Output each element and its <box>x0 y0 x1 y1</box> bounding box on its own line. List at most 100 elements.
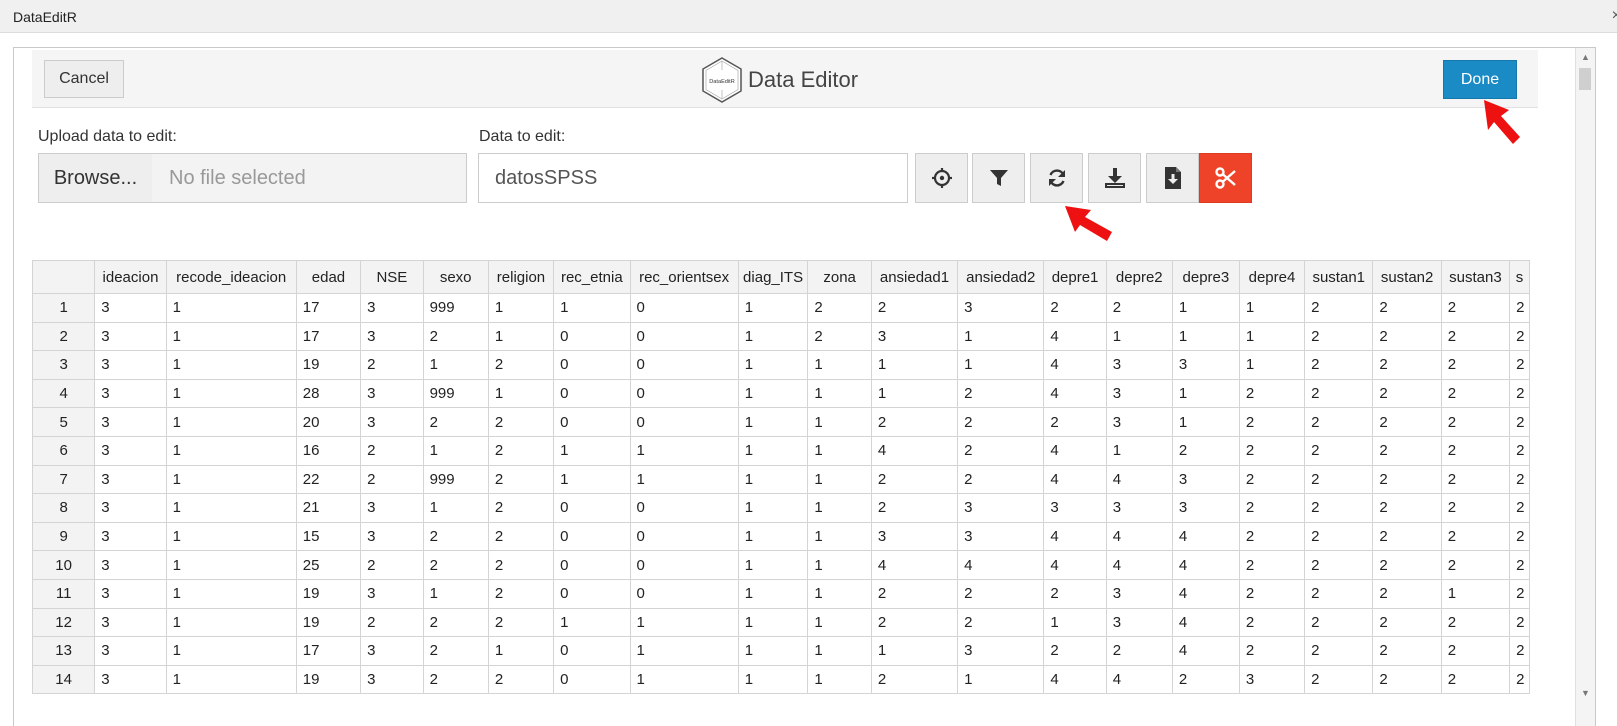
table-cell[interactable]: 1 <box>165 578 297 609</box>
table-cell[interactable]: 3 <box>1043 493 1107 523</box>
row-number[interactable]: 3 <box>32 350 96 380</box>
table-cell[interactable]: 2 <box>1440 464 1511 495</box>
table-cell[interactable]: 1 <box>737 407 809 437</box>
table-cell[interactable]: 2 <box>1238 636 1306 666</box>
row-number[interactable]: 13 <box>32 636 96 666</box>
cancel-button[interactable]: Cancel <box>44 60 124 98</box>
table-cell[interactable]: 3 <box>1171 350 1240 380</box>
scrollbar-thumb[interactable] <box>1579 68 1591 90</box>
table-cell[interactable]: 2 <box>1304 378 1374 409</box>
table-cell[interactable]: 2 <box>1509 378 1530 409</box>
table-cell[interactable]: 1 <box>1171 407 1240 437</box>
table-cell[interactable]: 2 <box>870 407 959 437</box>
column-header[interactable]: religion <box>487 260 555 294</box>
table-cell[interactable]: 2 <box>1372 636 1442 666</box>
table-cell[interactable]: 2 <box>1509 664 1530 695</box>
table-cell[interactable]: 1 <box>422 493 489 523</box>
table-cell[interactable]: 1 <box>487 378 555 409</box>
table-cell[interactable]: 2 <box>1509 521 1530 552</box>
table-cell[interactable]: 2 <box>360 550 424 580</box>
table-cell[interactable]: 28 <box>295 378 362 409</box>
table-cell[interactable]: 21 <box>295 493 362 523</box>
table-cell[interactable]: 1 <box>957 350 1045 380</box>
table-cell[interactable]: 2 <box>487 350 555 380</box>
table-cell[interactable]: 2 <box>870 578 959 609</box>
table-cell[interactable]: 4 <box>957 550 1045 580</box>
table-cell[interactable]: 0 <box>553 578 631 609</box>
table-cell[interactable]: 19 <box>295 350 362 380</box>
table-cell[interactable]: 3 <box>94 378 167 409</box>
table-cell[interactable]: 4 <box>1043 350 1107 380</box>
row-number[interactable]: 11 <box>32 578 96 609</box>
table-cell[interactable]: 1 <box>1171 321 1240 352</box>
table-cell[interactable]: 17 <box>295 321 362 352</box>
table-cell[interactable]: 1 <box>807 378 872 409</box>
table-cell[interactable]: 3 <box>870 321 959 352</box>
table-cell[interactable]: 1 <box>165 550 297 580</box>
table-cell[interactable]: 0 <box>553 521 631 552</box>
table-cell[interactable]: 999 <box>422 464 489 495</box>
table-cell[interactable]: 0 <box>629 407 739 437</box>
table-cell[interactable]: 2 <box>1372 578 1442 609</box>
table-cell[interactable]: 3 <box>360 378 424 409</box>
table-cell[interactable]: 2 <box>1304 578 1374 609</box>
table-cell[interactable]: 1 <box>737 464 809 495</box>
table-row[interactable]: 4 3 1 28 3 999 1 0 0 1 1 1 2 4 3 1 2 2 2 2 2 <box>32 378 1530 409</box>
row-number[interactable]: 4 <box>32 378 96 409</box>
table-cell[interactable]: 2 <box>1440 293 1511 323</box>
table-cell[interactable]: 16 <box>295 435 362 466</box>
table-cell[interactable]: 2 <box>1372 607 1442 638</box>
row-number[interactable]: 10 <box>32 550 96 580</box>
table-cell[interactable]: 2 <box>1372 521 1442 552</box>
table-cell[interactable]: 2 <box>1304 435 1374 466</box>
table-cell[interactable]: 19 <box>295 607 362 638</box>
table-cell[interactable]: 3 <box>94 636 167 666</box>
column-header[interactable]: sustan2 <box>1372 260 1442 294</box>
export-file-button[interactable] <box>1146 153 1199 203</box>
table-cell[interactable]: 2 <box>487 550 555 580</box>
table-cell[interactable]: 2 <box>870 493 959 523</box>
table-cell[interactable]: 1 <box>553 435 631 466</box>
column-header[interactable]: ansiedad1 <box>870 260 959 294</box>
table-cell[interactable]: 2 <box>360 350 424 380</box>
table-cell[interactable]: 3 <box>957 636 1045 666</box>
table-cell[interactable]: 3 <box>957 521 1045 552</box>
table-cell[interactable]: 2 <box>1304 350 1374 380</box>
table-cell[interactable]: 4 <box>1043 435 1107 466</box>
table-cell[interactable]: 2 <box>807 321 872 352</box>
column-header[interactable]: depre4 <box>1238 260 1306 294</box>
table-cell[interactable]: 2 <box>1043 636 1107 666</box>
table-cell[interactable]: 2 <box>1509 607 1530 638</box>
table-cell[interactable]: 2 <box>870 464 959 495</box>
table-cell[interactable]: 0 <box>553 378 631 409</box>
table-cell[interactable]: 2 <box>1440 664 1511 695</box>
table-cell[interactable]: 3 <box>94 493 167 523</box>
table-cell[interactable]: 2 <box>807 293 872 323</box>
table-cell[interactable]: 1 <box>165 636 297 666</box>
table-cell[interactable]: 1 <box>807 464 872 495</box>
table-cell[interactable]: 3 <box>1171 493 1240 523</box>
table-cell[interactable]: 19 <box>295 664 362 695</box>
table-cell[interactable]: 3 <box>94 321 167 352</box>
table-cell[interactable]: 15 <box>295 521 362 552</box>
table-cell[interactable]: 2 <box>1372 350 1442 380</box>
table-cell[interactable]: 1 <box>487 321 555 352</box>
table-cell[interactable]: 2 <box>1238 435 1306 466</box>
table-row[interactable]: 8 3 1 21 3 1 2 0 0 1 1 2 3 3 3 3 2 2 2 2 2 <box>32 493 1530 523</box>
table-cell[interactable]: 4 <box>1171 521 1240 552</box>
vertical-scrollbar[interactable]: ▲ ▼ <box>1575 48 1595 726</box>
table-cell[interactable]: 19 <box>295 578 362 609</box>
table-cell[interactable]: 3 <box>94 407 167 437</box>
sync-button[interactable] <box>1030 153 1083 203</box>
table-cell[interactable]: 4 <box>1043 521 1107 552</box>
table-cell[interactable]: 2 <box>487 435 555 466</box>
table-cell[interactable]: 4 <box>1171 636 1240 666</box>
table-cell[interactable]: 1 <box>1043 607 1107 638</box>
data-table[interactable]: ideacion recode_ideacion edad NSE sexo r… <box>32 260 1530 695</box>
table-cell[interactable]: 2 <box>1440 636 1511 666</box>
table-cell[interactable]: 2 <box>1304 636 1374 666</box>
table-cell[interactable]: 3 <box>1105 378 1173 409</box>
table-cell[interactable]: 2 <box>1440 350 1511 380</box>
table-row[interactable]: 13 3 1 17 3 2 1 0 1 1 1 1 3 2 2 4 2 2 2 2 2 <box>32 636 1530 666</box>
table-cell[interactable]: 1 <box>807 636 872 666</box>
